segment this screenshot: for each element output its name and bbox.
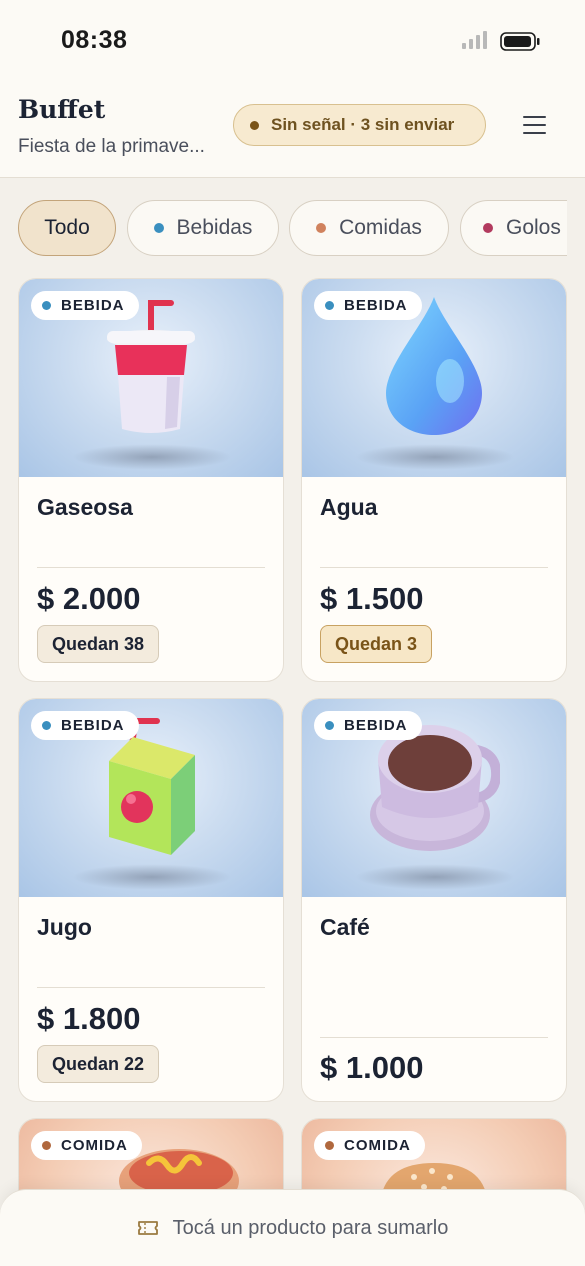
- card-divider: [320, 1037, 548, 1038]
- sync-status-dot: [250, 120, 259, 130]
- filter-chip-bebidas[interactable]: Bebidas: [127, 200, 279, 256]
- status-time: 08:38: [61, 26, 128, 54]
- product-name: Gaseosa: [37, 494, 133, 520]
- golosinas-dot: [483, 223, 493, 233]
- category-tag: COMIDA: [314, 1131, 425, 1160]
- product-card-jugo[interactable]: BEBIDA Jugo $ 1.800 Quedan 22: [18, 698, 284, 1102]
- product-card-gaseosa[interactable]: BEBIDA Gaseosa $ 2.000 Quedan 38: [18, 278, 284, 682]
- category-tag: BEBIDA: [314, 711, 422, 740]
- signal-icon: [462, 31, 487, 49]
- app-header: Buffet Fiesta de la primave... Sin señal…: [0, 80, 585, 178]
- product-card-cafe[interactable]: BEBIDA Café $ 1.000: [301, 698, 567, 1102]
- category-tag-label: BEBIDA: [344, 717, 408, 734]
- stock-badge: Quedan 22: [37, 1045, 160, 1083]
- product-card-agua[interactable]: BEBIDA Agua $ 1.500 Quedan 3: [301, 278, 567, 682]
- cart-hint-text: Tocá un producto para sumarlo: [172, 1216, 449, 1239]
- product-name: Café: [320, 914, 370, 940]
- card-divider: [37, 987, 265, 988]
- comidas-dot: [316, 223, 327, 233]
- category-tag-label: COMIDA: [344, 1137, 411, 1154]
- event-subtitle: Fiesta de la primave...: [18, 136, 205, 157]
- category-filters: Todo Bebidas Comidas Golos: [0, 200, 567, 258]
- filter-chip-comidas[interactable]: Comidas: [289, 200, 449, 256]
- page-title: Buffet: [18, 95, 106, 124]
- stock-badge-low: Quedan 3: [320, 625, 433, 663]
- category-tag: BEBIDA: [31, 711, 139, 740]
- stock-badge: Quedan 38: [37, 625, 160, 663]
- product-name: Jugo: [37, 914, 92, 940]
- category-tag: BEBIDA: [31, 291, 139, 320]
- filter-chip-label: Comidas: [339, 216, 422, 239]
- category-tag: COMIDA: [31, 1131, 142, 1160]
- filter-chip-todo[interactable]: Todo: [18, 200, 116, 256]
- sync-status-badge[interactable]: Sin señal · 3 sin enviar: [233, 104, 486, 146]
- filter-chip-label: Golos: [506, 216, 561, 239]
- ticket-icon: [137, 1221, 158, 1235]
- card-divider: [37, 567, 265, 568]
- product-price: $ 1.800: [37, 1001, 141, 1036]
- bebidas-dot: [153, 223, 164, 233]
- product-price: $ 1.500: [320, 581, 424, 616]
- card-divider: [320, 567, 548, 568]
- cart-hint-bar[interactable]: Tocá un producto para sumarlo: [0, 1189, 585, 1266]
- filter-chip-label: Todo: [44, 216, 90, 239]
- category-tag-label: BEBIDA: [61, 297, 125, 314]
- product-name: Agua: [320, 494, 378, 520]
- sync-status-label: Sin señal · 3 sin enviar: [271, 115, 455, 134]
- category-tag-label: BEBIDA: [61, 717, 125, 734]
- product-price: $ 2.000: [37, 581, 141, 616]
- filter-chip-golosinas[interactable]: Golos: [460, 200, 567, 256]
- category-tag-label: COMIDA: [61, 1137, 128, 1154]
- category-tag: BEBIDA: [314, 291, 422, 320]
- status-bar: 08:38: [0, 0, 585, 80]
- filter-chip-label: Bebidas: [176, 216, 253, 239]
- battery-icon: [500, 32, 540, 51]
- product-price: $ 1.000: [320, 1050, 424, 1085]
- category-tag-label: BEBIDA: [344, 297, 408, 314]
- hamburger-menu-icon[interactable]: [516, 116, 552, 140]
